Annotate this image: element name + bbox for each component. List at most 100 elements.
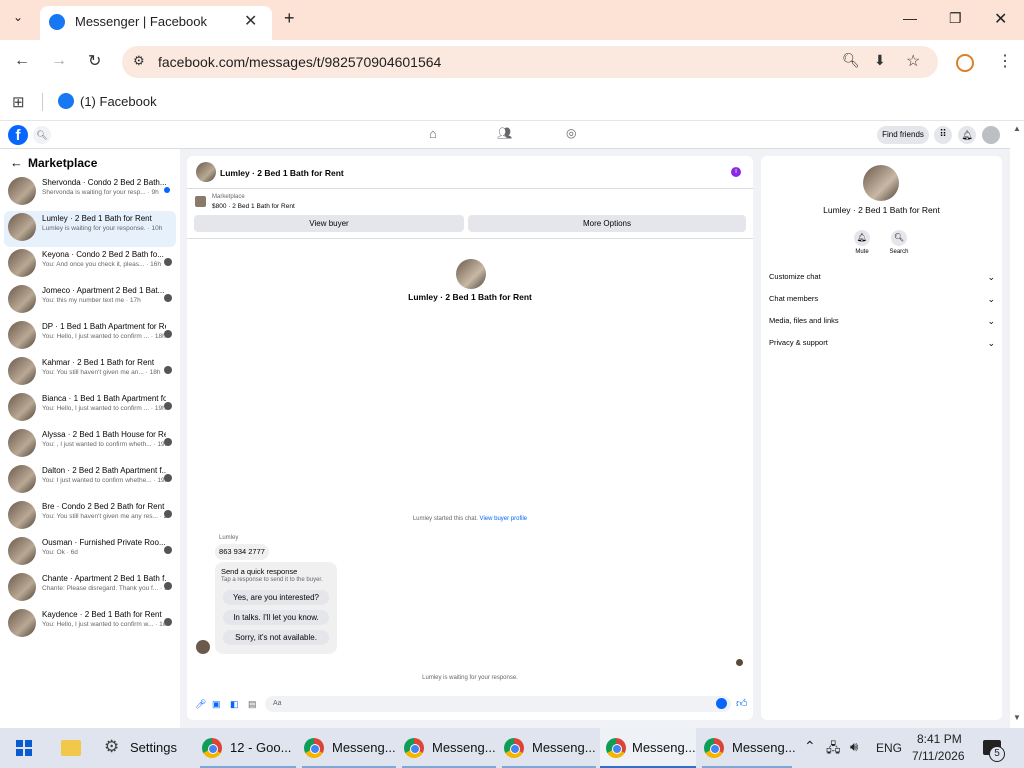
- taskbar-window-label: Messeng...: [732, 740, 796, 755]
- scroll-down-arrow-icon[interactable]: ▼: [1013, 713, 1021, 722]
- site-settings-icon[interactable]: ⚙: [133, 53, 145, 69]
- view-buyer-button[interactable]: View buyer: [194, 215, 464, 232]
- bookmark-star-icon[interactable]: ☆: [906, 51, 920, 71]
- scroll-up-arrow-icon[interactable]: ▲: [1013, 124, 1021, 133]
- waiting-notice: Lumley is waiting for your response.: [422, 675, 518, 681]
- tab-search-chevron-icon[interactable]: ⌄: [13, 10, 23, 24]
- listing-thumbnail[interactable]: [195, 196, 206, 207]
- clock-date[interactable]: 7/11/2026: [912, 749, 965, 763]
- taskbar-chrome-window[interactable]: Messeng...: [402, 728, 496, 768]
- browser-tab-active[interactable]: Messenger | Facebook ✕: [40, 6, 272, 40]
- start-windows-icon[interactable]: [16, 740, 32, 756]
- page-scrollbar[interactable]: ▲ ▼: [1010, 121, 1024, 728]
- back-icon[interactable]: ←: [14, 52, 30, 70]
- close-tab-icon[interactable]: ✕: [244, 11, 257, 31]
- gif-icon[interactable]: ▤: [248, 699, 257, 710]
- notifications-bell-icon[interactable]: 🔔︎: [958, 126, 976, 144]
- conversation-item[interactable]: Jomeco · Apartment 2 Bed 1 Bat... You: th…: [4, 283, 176, 319]
- sticker-icon[interactable]: ◧: [230, 699, 239, 710]
- conversation-item[interactable]: Keyona · Condo 2 Bed 2 Bath fo... You: An…: [4, 247, 176, 283]
- taskbar-chrome-window[interactable]: Messeng...: [302, 728, 396, 768]
- emoji-icon[interactable]: [716, 698, 727, 709]
- conversation-item[interactable]: Bianca · 1 Bed 1 Bath Apartment fo... You…: [4, 391, 176, 427]
- like-thumb-icon[interactable]: 👍︎: [736, 697, 748, 710]
- conversation-item[interactable]: Bre · Condo 2 Bed 2 Bath for Rent You: Yo…: [4, 499, 176, 535]
- chat-header-title[interactable]: Lumley · 2 Bed 1 Bath for Rent: [220, 168, 344, 178]
- conversation-name: Jomeco · Apartment 2 Bed 1 Bat...: [42, 286, 165, 295]
- install-app-icon[interactable]: ⬇: [874, 52, 886, 69]
- quick-reply-button[interactable]: In talks. I'll let you know.: [223, 610, 329, 625]
- info-icon[interactable]: i: [731, 167, 741, 177]
- conversation-item[interactable]: DP · 1 Bed 1 Bath Apartment for Re... You…: [4, 319, 176, 355]
- bell-icon: 🔔︎: [854, 230, 870, 246]
- menu-grid-icon[interactable]: ⠿: [934, 126, 952, 144]
- conversation-item[interactable]: Dalton · 2 Bed 2 Bath Apartment f... You:…: [4, 463, 176, 499]
- chevron-down-icon: ⌄: [987, 294, 995, 304]
- minimize-button[interactable]: —: [903, 10, 917, 26]
- network-icon[interactable]: 🖧︎: [826, 739, 841, 761]
- seen-avatar-icon: [164, 294, 172, 302]
- conversation-preview: Chante: Please disregard. Thank you f...…: [42, 585, 166, 592]
- search-icon[interactable]: 🔍︎: [33, 126, 51, 144]
- reload-icon[interactable]: ↻: [88, 51, 101, 71]
- taskbar-chrome-window[interactable]: 12 - Goo...: [200, 728, 296, 768]
- restore-button[interactable]: ❐: [949, 10, 962, 27]
- close-window-button[interactable]: ✕: [994, 9, 1007, 29]
- conversation-name: Keyona · Condo 2 Bed 2 Bath fo...: [42, 250, 164, 259]
- back-arrow-icon[interactable]: ←: [10, 155, 23, 170]
- address-bar[interactable]: ⚙ facebook.com/messages/t/98257090460156…: [122, 46, 938, 78]
- info-title: Lumley · 2 Bed 1 Bath for Rent: [823, 205, 940, 215]
- groups-icon[interactable]: ◎: [566, 126, 576, 140]
- view-buyer-profile-link[interactable]: View buyer profile: [480, 516, 528, 522]
- media-files-links-section[interactable]: Media, files and links ⌄: [769, 316, 995, 332]
- search-button[interactable]: 🔍︎ Search: [887, 230, 911, 260]
- volume-icon[interactable]: 🔊︎: [850, 739, 858, 755]
- find-friends-button[interactable]: Find friends: [877, 126, 929, 144]
- conversation-item[interactable]: Alyssa · 2 Bed 1 Bath House for Rent You:…: [4, 427, 176, 463]
- show-hidden-icons-chevron-icon[interactable]: ⌃: [804, 738, 816, 755]
- chat-header-avatar[interactable]: [196, 162, 216, 182]
- facebook-icon: [49, 14, 65, 30]
- conversation-item[interactable]: Shervonda · Condo 2 Bed 2 Bath... Shervon…: [4, 175, 176, 211]
- privacy-support-section[interactable]: Privacy & support ⌄: [769, 338, 995, 354]
- attach-image-icon[interactable]: ▣: [212, 699, 221, 710]
- message-input[interactable]: Aa: [265, 696, 731, 712]
- url-text[interactable]: facebook.com/messages/t/982570904601564: [158, 54, 441, 70]
- apps-grid-icon[interactable]: ⊞: [12, 93, 25, 111]
- taskbar-chrome-window[interactable]: Messeng...: [502, 728, 596, 768]
- quick-reply-button[interactable]: Yes, are you interested?: [223, 590, 329, 605]
- conversation-item[interactable]: Lumley · 2 Bed 1 Bath for Rent Lumley is …: [4, 211, 176, 247]
- mute-button[interactable]: 🔔︎ Mute: [851, 230, 873, 260]
- voice-clip-icon[interactable]: 🎤︎: [195, 699, 206, 710]
- friends-icon[interactable]: 👥︎: [497, 126, 512, 140]
- conversation-item[interactable]: Kaydence · 2 Bed 1 Bath for Rent You: Hel…: [4, 607, 176, 643]
- customize-chat-section[interactable]: Customize chat ⌄: [769, 272, 995, 288]
- info-avatar[interactable]: [863, 165, 899, 201]
- chat-profile-avatar[interactable]: [456, 259, 486, 289]
- chevron-down-icon: ⌄: [987, 272, 995, 282]
- zoom-icon[interactable]: 🔍︎: [842, 52, 860, 69]
- conversation-item[interactable]: Kahmar · 2 Bed 1 Bath for Rent You: You s…: [4, 355, 176, 391]
- chat-members-section[interactable]: Chat members ⌄: [769, 294, 995, 310]
- conversation-item[interactable]: Chante · Apartment 2 Bed 1 Bath f... Chan…: [4, 571, 176, 607]
- file-explorer-icon[interactable]: [61, 740, 81, 756]
- facebook-logo-icon[interactable]: f: [8, 125, 28, 145]
- listing-price[interactable]: $800 · 2 Bed 1 Bath for Rent: [212, 203, 295, 210]
- language-indicator[interactable]: ENG: [876, 741, 902, 755]
- taskbar-chrome-window[interactable]: Messeng...: [702, 728, 796, 768]
- conversation-avatar: [8, 393, 36, 421]
- new-tab-button[interactable]: +: [284, 8, 295, 29]
- conversation-item[interactable]: Ousman · Furnished Private Roo... You: Ok…: [4, 535, 176, 571]
- profile-icon[interactable]: [956, 54, 974, 72]
- taskbar-settings[interactable]: ⚙ Settings: [104, 728, 190, 768]
- account-avatar[interactable]: [982, 126, 1000, 144]
- forward-icon[interactable]: →: [51, 52, 67, 70]
- home-icon[interactable]: ⌂: [429, 126, 437, 141]
- taskbar-chrome-window-active[interactable]: Messeng...: [600, 728, 696, 768]
- conversation-avatar: [8, 537, 36, 565]
- message-bubble[interactable]: 863 934 2777: [215, 544, 269, 560]
- clock-time[interactable]: 8:41 PM: [917, 732, 962, 746]
- quick-reply-button[interactable]: Sorry, it's not available.: [223, 630, 329, 645]
- more-options-button[interactable]: More Options: [468, 215, 746, 232]
- menu-kebab-icon[interactable]: ⋮: [997, 51, 1013, 71]
